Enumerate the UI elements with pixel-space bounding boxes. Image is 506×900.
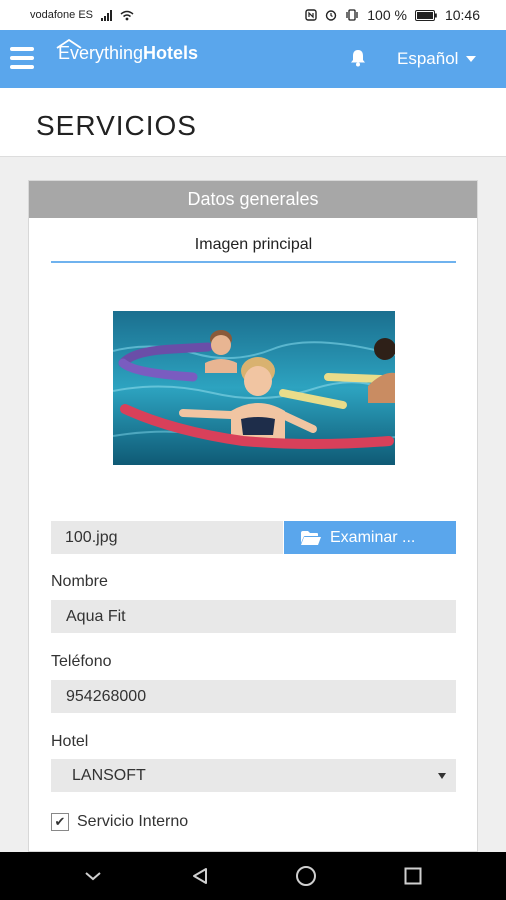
hide-nav-icon[interactable]	[81, 864, 105, 888]
internal-service-row: ✔ Servicio Interno	[51, 813, 188, 831]
menu-icon[interactable]	[10, 47, 34, 69]
main-image-preview	[113, 311, 395, 465]
carrier-text: vodafone ES	[30, 9, 93, 21]
name-field[interactable]: Aqua Fit	[51, 600, 456, 633]
phone-label: Teléfono	[51, 653, 112, 670]
brand-bold: Hotels	[143, 43, 199, 63]
page-title: SERVICIOS	[36, 110, 197, 141]
browse-label: Examinar ...	[330, 529, 416, 546]
pool-photo	[113, 311, 395, 465]
folder-open-icon	[301, 530, 321, 545]
vibrate-icon	[346, 9, 358, 21]
tab-main-image[interactable]: Imagen principal	[51, 229, 456, 263]
file-name-field[interactable]: 100.jpg	[51, 521, 283, 554]
hotel-selected-value: LANSOFT	[72, 767, 146, 784]
system-nav-bar	[0, 852, 506, 900]
hotel-label: Hotel	[51, 733, 89, 750]
internal-service-checkbox[interactable]: ✔	[51, 813, 69, 831]
bell-icon[interactable]	[348, 48, 368, 68]
app-bar: EverythingHotels Español	[0, 30, 506, 88]
battery-icon	[414, 9, 437, 21]
browse-button[interactable]: Examinar ...	[284, 521, 456, 554]
home-icon[interactable]	[294, 864, 318, 888]
general-data-card: Datos generales Imagen principal 100.jpg…	[28, 180, 478, 852]
signal-icon	[101, 9, 112, 21]
select-arrow-icon	[438, 773, 446, 779]
recents-icon[interactable]	[401, 864, 425, 888]
language-label: Español	[397, 49, 459, 68]
card-header: Datos generales	[29, 181, 477, 218]
hotel-select[interactable]: LANSOFT	[51, 759, 456, 792]
roof-icon	[56, 39, 82, 49]
chevron-down-icon	[466, 56, 477, 62]
status-left: vodafone ES	[30, 9, 134, 21]
alarm-icon	[326, 10, 337, 21]
page-header: SERVICIOS	[0, 88, 506, 157]
battery-percent: 100 %	[367, 7, 407, 23]
name-label: Nombre	[51, 573, 108, 590]
language-selector[interactable]: Español	[397, 49, 477, 69]
brand-logo[interactable]: EverythingHotels	[56, 39, 199, 64]
back-icon[interactable]	[188, 864, 212, 888]
status-right: 100 % 10:46	[305, 7, 480, 23]
wifi-icon	[120, 10, 134, 20]
phone-field[interactable]: 954268000	[51, 680, 456, 713]
nfc-icon	[305, 9, 317, 21]
status-bar: vodafone ES 100 % 10:46	[0, 0, 506, 30]
clock: 10:46	[444, 7, 480, 23]
internal-service-label: Servicio Interno	[77, 813, 189, 830]
